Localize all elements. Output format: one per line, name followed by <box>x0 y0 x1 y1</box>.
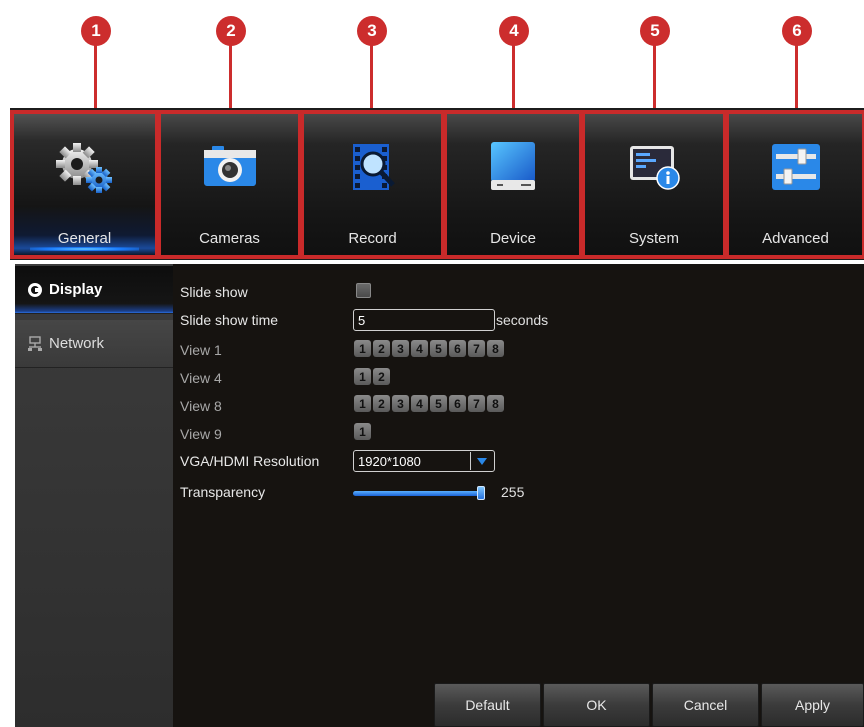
callout-line-6 <box>795 44 798 114</box>
callout-badge-6: 6 <box>782 16 812 46</box>
gears-icon <box>55 143 112 193</box>
tab-label: Record <box>348 230 397 247</box>
ok-button[interactable]: OK <box>543 683 650 727</box>
channel-button[interactable]: 5 <box>430 340 447 357</box>
sidebar-item-network[interactable]: Network <box>15 320 173 368</box>
tab-cameras[interactable]: Cameras <box>157 110 302 259</box>
callout-badge-4: 4 <box>499 16 529 46</box>
settings-sidebar: Display Network <box>15 264 173 727</box>
tab-general[interactable]: General <box>10 110 159 259</box>
slide-show-label: Slide show <box>180 284 248 300</box>
channel-button[interactable]: 2 <box>373 368 390 385</box>
callout-badge-1: 1 <box>81 16 111 46</box>
callout-line-3 <box>370 44 373 114</box>
hard-drive-icon <box>491 142 535 190</box>
resolution-select-value: 1920*1080 <box>358 454 421 469</box>
display-circle-icon <box>28 282 42 297</box>
display-settings-panel: Slide show Slide show time 5 seconds Vie… <box>173 264 864 727</box>
channel-button[interactable]: 6 <box>449 340 466 357</box>
resolution-select[interactable]: 1920*1080 <box>353 450 495 472</box>
system-info-icon <box>630 146 680 190</box>
channel-button[interactable]: 8 <box>487 395 504 412</box>
sidebar-item-label: Display <box>49 281 103 298</box>
slide-show-time-input[interactable]: 5 <box>353 309 495 331</box>
apply-button[interactable]: Apply <box>761 683 864 727</box>
transparency-slider-handle[interactable] <box>477 486 485 500</box>
transparency-label: Transparency <box>180 484 266 500</box>
view8-label: View 8 <box>180 398 222 414</box>
view8-channel-group: 1 2 3 4 5 6 7 8 <box>354 395 504 412</box>
channel-button[interactable]: 1 <box>354 340 371 357</box>
channel-button[interactable]: 2 <box>373 395 390 412</box>
view9-channel-group: 1 <box>354 423 371 440</box>
callout-line-1 <box>94 44 97 114</box>
callout-line-2 <box>229 44 232 114</box>
tab-label: General <box>57 230 112 247</box>
channel-button[interactable]: 4 <box>411 340 428 357</box>
tab-label: Advanced <box>762 230 829 247</box>
network-icon <box>28 335 42 351</box>
view9-label: View 9 <box>180 426 222 442</box>
channel-button[interactable]: 3 <box>392 340 409 357</box>
channel-button[interactable]: 8 <box>487 340 504 357</box>
callout-badge-2: 2 <box>216 16 246 46</box>
sidebar-item-label: Network <box>49 335 105 352</box>
camera-icon <box>203 146 256 186</box>
callout-badge-3: 3 <box>357 16 387 46</box>
channel-button[interactable]: 2 <box>373 340 390 357</box>
transparency-slider-track[interactable] <box>353 491 485 496</box>
chevron-down-icon[interactable] <box>470 452 493 470</box>
channel-button[interactable]: 7 <box>468 340 485 357</box>
view4-channel-group: 1 2 <box>354 368 390 385</box>
view1-label: View 1 <box>180 342 222 358</box>
callout-badge-5: 5 <box>640 16 670 46</box>
channel-button[interactable]: 1 <box>354 368 371 385</box>
callout-line-4 <box>512 44 515 114</box>
tab-record[interactable]: Record <box>300 110 445 259</box>
tab-label: Device <box>490 230 536 247</box>
callout-line-5 <box>653 44 656 114</box>
slide-show-checkbox[interactable] <box>356 283 371 298</box>
film-search-icon <box>352 144 395 190</box>
slide-show-time-unit: seconds <box>496 312 549 328</box>
view1-channel-group: 1 2 3 4 5 6 7 8 <box>354 340 504 357</box>
transparency-value: 255 <box>501 484 525 500</box>
channel-button[interactable]: 7 <box>468 395 485 412</box>
channel-button[interactable]: 6 <box>449 395 466 412</box>
default-button[interactable]: Default <box>434 683 541 727</box>
cancel-button[interactable]: Cancel <box>652 683 759 727</box>
slide-show-time-label: Slide show time <box>180 312 279 328</box>
tab-system[interactable]: System <box>581 110 727 259</box>
tab-label: System <box>628 230 679 247</box>
channel-button[interactable]: 3 <box>392 395 409 412</box>
active-tab-underline <box>30 247 139 251</box>
sliders-icon <box>771 144 820 190</box>
channel-button[interactable]: 4 <box>411 395 428 412</box>
resolution-label: VGA/HDMI Resolution <box>180 453 320 469</box>
channel-button[interactable]: 1 <box>354 423 371 440</box>
sidebar-item-display[interactable]: Display <box>15 266 173 314</box>
channel-button[interactable]: 5 <box>430 395 447 412</box>
channel-button[interactable]: 1 <box>354 395 371 412</box>
tab-advanced[interactable]: Advanced <box>725 110 864 259</box>
tab-label: Cameras <box>199 230 260 247</box>
tab-device[interactable]: Device <box>443 110 583 259</box>
view4-label: View 4 <box>180 370 222 386</box>
